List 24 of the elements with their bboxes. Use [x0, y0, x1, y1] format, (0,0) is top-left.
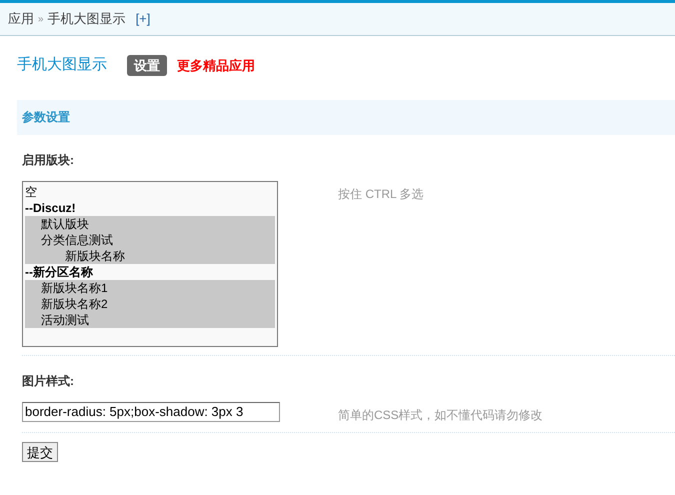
promo-link[interactable]: 更多精品应用: [177, 56, 255, 75]
page-title: 手机大图显示: [17, 55, 107, 75]
submit-button[interactable]: 提交: [22, 442, 58, 462]
breadcrumb-separator: »: [38, 12, 44, 26]
list-option[interactable]: 新版块名称2: [25, 296, 275, 312]
option-group-label: --Discuz!: [25, 200, 77, 216]
option-group-label: --新分区名称: [25, 264, 94, 280]
multi-select-list[interactable]: 空 --Discuz! 默认版块 分类信息测试 新版块名称 --新分区名称 新版块名称1 新版块名称2 活动测试: [22, 180, 278, 346]
breadcrumb-link[interactable]: 应用: [8, 9, 34, 29]
list-option[interactable]: 空: [25, 184, 275, 200]
section-title: 参数设置: [22, 109, 70, 126]
tab[interactable]: 设置: [127, 54, 167, 76]
list-option[interactable]: 新版块名称1: [25, 280, 275, 296]
field-hint: 按住 CTRL 多选: [338, 186, 424, 202]
breadcrumb-link[interactable]: 手机大图显示: [48, 9, 126, 29]
list-option[interactable]: 分类信息测试: [25, 232, 275, 248]
field-label: 启用版块:: [22, 152, 75, 168]
add-link[interactable]: [+]: [136, 9, 150, 29]
list-option[interactable]: 活动测试: [25, 312, 275, 328]
css-style-field[interactable]: border-radius: 5px;box-shadow: 3px 3: [22, 402, 280, 422]
field-hint: 简单的CSS样式，如不懂代码请勿修改: [338, 406, 543, 424]
field-label: 图片样式:: [22, 372, 75, 390]
list-option[interactable]: 新版块名称: [25, 248, 275, 264]
list-option[interactable]: 默认版块: [25, 216, 275, 232]
